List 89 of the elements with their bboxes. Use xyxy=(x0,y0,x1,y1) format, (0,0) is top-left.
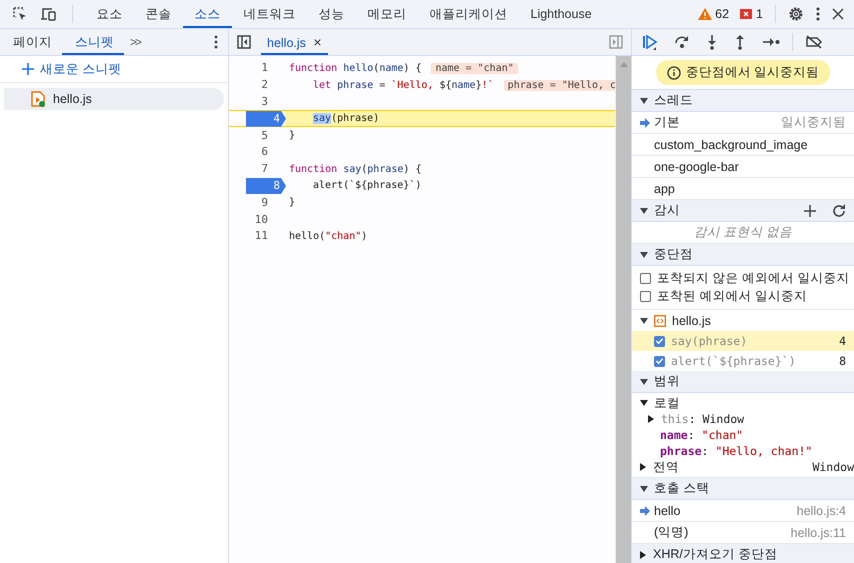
breakpoint-file-row[interactable]: hello.js xyxy=(632,310,854,331)
breakpoint-line: 4 xyxy=(839,334,846,348)
close-icon[interactable] xyxy=(832,8,844,20)
line-number[interactable]: 9 xyxy=(261,194,285,211)
line-number[interactable]: 11 xyxy=(254,228,285,244)
line-number[interactable]: 3 xyxy=(261,94,285,110)
snippet-file-item[interactable]: hello.js xyxy=(4,88,224,110)
deactivate-breakpoints-icon[interactable] xyxy=(805,35,823,49)
error-icon xyxy=(739,8,754,20)
plus-icon xyxy=(22,63,34,75)
line-number[interactable]: 10 xyxy=(254,212,285,228)
thread-name[interactable]: one-google-bar xyxy=(654,160,739,174)
line-number[interactable]: 1 xyxy=(261,60,285,76)
toggle-navigator-icon[interactable] xyxy=(237,35,251,49)
section-header[interactable]: 범위 xyxy=(632,371,854,393)
checkbox[interactable] xyxy=(640,290,651,302)
scope-property: phrase: "Hello, chan!" xyxy=(660,444,812,458)
call-frame[interactable]: (익명) xyxy=(654,524,688,541)
thread-name[interactable]: app xyxy=(654,182,675,196)
navigator-tab[interactable]: 스니펫 xyxy=(62,29,124,55)
new-snippet-button[interactable]: 새로운 스니펫 xyxy=(0,56,228,83)
panel-tab[interactable]: Lighthouse xyxy=(519,0,604,28)
checkbox[interactable] xyxy=(654,356,665,366)
section-header[interactable]: 중단점 xyxy=(632,244,854,266)
hit-breakpoint-row[interactable]: say(phrase) 4 xyxy=(632,331,854,351)
checkbox-label[interactable]: 포착된 예외에서 일시중지 xyxy=(657,288,807,304)
file-tab[interactable]: hello.js × xyxy=(261,29,328,55)
step-icon[interactable] xyxy=(762,36,780,48)
panel-tab[interactable]: 요소 xyxy=(85,0,134,28)
thread-name[interactable]: custom_background_image xyxy=(654,138,808,152)
line-number[interactable]: 7 xyxy=(261,161,285,178)
breakpoint-line: 8 xyxy=(839,354,846,368)
scope-value: Window xyxy=(812,460,854,474)
inline-value: name = "chan" xyxy=(431,62,518,74)
section-header[interactable]: 감시 xyxy=(632,200,854,222)
scope-group[interactable]: 전역 xyxy=(653,458,679,476)
more-options-icon[interactable] xyxy=(214,35,218,49)
code-line: hello("chan") xyxy=(289,230,368,242)
panel-tab[interactable]: 애플리케이션 xyxy=(418,0,519,28)
thread-status: 일시중지됨 xyxy=(781,114,846,131)
add-icon[interactable] xyxy=(804,204,816,216)
error-count[interactable]: 1 xyxy=(756,7,763,21)
checkbox-label[interactable]: 포착되지 않은 예외에서 일시중지 xyxy=(657,270,850,286)
scope-property: name: "chan" xyxy=(660,428,744,442)
device-toolbar-icon[interactable] xyxy=(40,6,58,22)
panel-tab[interactable]: 네트워크 xyxy=(232,0,307,28)
step-into-icon[interactable] xyxy=(706,34,718,50)
panel-tab[interactable]: 성능 xyxy=(307,0,356,28)
checkbox[interactable] xyxy=(654,336,665,346)
empty-watch-text: 감시 표현식 없음 xyxy=(694,224,792,241)
scope-group[interactable]: 로컬 xyxy=(654,394,680,412)
scrollbar[interactable] xyxy=(615,56,631,563)
section-header[interactable]: XHR/가져오기 중단점 xyxy=(632,544,854,563)
code-line: let phrase = `Hello, ${name}!` xyxy=(312,80,494,91)
line-number[interactable]: 6 xyxy=(261,144,285,160)
section-header[interactable]: 스레드 xyxy=(632,90,854,112)
more-options-icon[interactable] xyxy=(816,6,820,22)
section-header[interactable]: 호출 스택 xyxy=(632,478,854,500)
panel-tab[interactable]: 콘솔 xyxy=(134,0,183,28)
navigator-tab[interactable]: 페이지 xyxy=(0,29,62,55)
code-line: function hello(name) { xyxy=(289,62,422,74)
code-line: say(phrase) xyxy=(312,113,380,124)
refresh-icon[interactable] xyxy=(832,204,846,218)
inspect-element-icon[interactable] xyxy=(12,6,28,22)
line-number[interactable]: 5 xyxy=(261,128,285,144)
warning-icon xyxy=(698,8,712,20)
resume-icon[interactable] xyxy=(642,34,658,50)
warning-count[interactable]: 62 xyxy=(715,7,730,21)
settings-icon[interactable] xyxy=(788,6,804,22)
code-line: alert(`${phrase}`) xyxy=(312,180,422,192)
step-out-icon[interactable] xyxy=(734,34,746,50)
toggle-debugger-icon[interactable] xyxy=(609,35,623,49)
breakpoint-marker[interactable]: 8 xyxy=(246,178,286,194)
paused-banner: 중단점에서 일시중지됨 xyxy=(656,60,830,85)
inline-value: phrase = "Hello, c xyxy=(504,80,615,91)
code-line: function say(phrase) { xyxy=(289,164,422,175)
script-file-icon xyxy=(654,314,666,326)
call-frame[interactable]: hello xyxy=(654,504,680,518)
code-line: } xyxy=(289,130,296,142)
snippet-file-icon xyxy=(31,91,45,107)
step-over-icon[interactable] xyxy=(674,34,690,50)
panel-tab[interactable]: 메모리 xyxy=(356,0,418,28)
breakpoint-marker[interactable]: 4 xyxy=(246,110,286,127)
thread-name[interactable]: 기본 xyxy=(654,114,680,131)
checkbox[interactable] xyxy=(640,272,651,284)
code-line: } xyxy=(289,197,296,208)
scope-property[interactable]: this: Window xyxy=(661,412,744,426)
more-tabs-button[interactable]: >> xyxy=(130,35,140,49)
line-number[interactable]: 2 xyxy=(261,77,285,94)
